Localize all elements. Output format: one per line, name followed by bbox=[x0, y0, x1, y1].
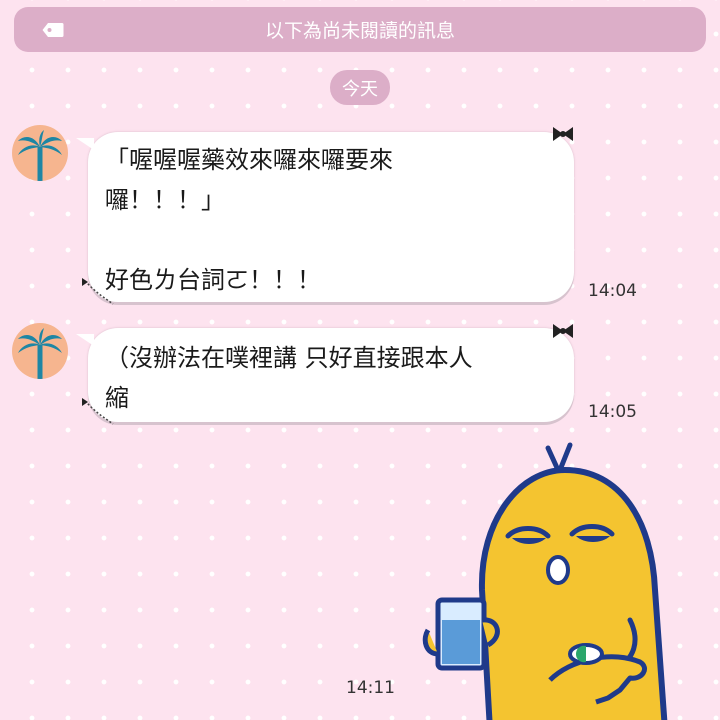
chain-charm-icon bbox=[82, 278, 114, 305]
message-text[interactable]: 「喔喔喔藥效來囉來囉要來 囉！！！」 好色ㄌ台詞ㄛ！！！ bbox=[105, 140, 393, 300]
tag-icon bbox=[42, 23, 64, 37]
unread-messages-banner[interactable]: 以下為尚未閱讀的訊息 bbox=[14, 7, 706, 52]
sticker-time: 14:11 bbox=[346, 678, 395, 698]
message-time: 14:04 bbox=[588, 281, 637, 301]
bubble-tail bbox=[76, 138, 94, 150]
message-text[interactable]: （沒辦法在噗裡講 只好直接跟本人 縮 bbox=[105, 338, 473, 418]
bow-icon bbox=[553, 324, 573, 338]
palm-tree-icon bbox=[18, 328, 62, 379]
sender-avatar[interactable] bbox=[12, 323, 68, 379]
chain-charm-icon bbox=[82, 398, 114, 425]
unread-banner-text: 以下為尚未閱讀的訊息 bbox=[264, 20, 455, 42]
sender-avatar[interactable] bbox=[12, 125, 68, 181]
yellow-character-holding-water-glass-and-pill-sticker[interactable] bbox=[420, 440, 720, 720]
message-time: 14:05 bbox=[588, 402, 637, 422]
bubble-tail bbox=[76, 334, 94, 346]
bow-icon bbox=[553, 127, 573, 141]
palm-tree-icon bbox=[18, 130, 62, 181]
date-separator: 今天 bbox=[330, 70, 390, 105]
